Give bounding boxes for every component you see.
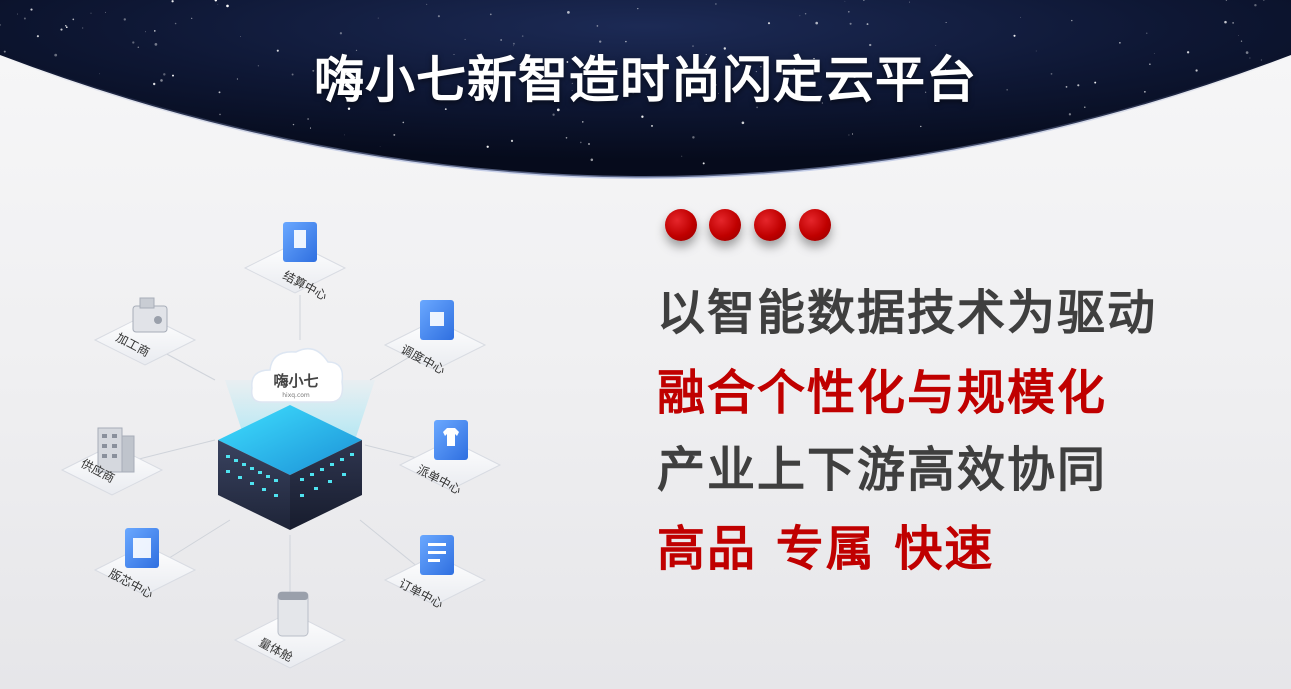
red-dot [754,209,786,241]
node-processor: 加工商 [93,297,197,366]
node-pattern-center: 版芯中心 [93,528,197,601]
slide: 嗨小七新智造时尚闪定云平台 嗨小七 hixq.com 结算中心 调度中心 派单中… [0,0,1291,689]
order-list-icon [420,535,454,575]
slogan-line-3: 产业上下游高效协同 [657,442,1108,498]
page-title: 嗨小七新智造时尚闪定云平台 [314,51,977,109]
red-dot [709,209,741,241]
sewing-machine-icon [132,305,168,333]
cloud-logo: 嗨小七 hixq.com [250,347,344,403]
node-order-assign-center: 派单中心 [398,420,502,497]
red-dot [799,209,831,241]
platform-diagram: 嗨小七 hixq.com 结算中心 调度中心 派单中心 订单中心 量体舱 版芯中… [60,222,502,669]
red-dot [665,209,697,241]
node-measure-cabin: 量体舱 [233,591,347,669]
node-order-center: 订单中心 [383,535,487,611]
node-settlement-center: 结算中心 [243,222,347,303]
node-supplier: 供应商 [60,427,164,496]
cloud-logo-subtext: hixq.com [282,392,310,399]
slogan-line-4: 高品 专属 快速 [657,521,995,577]
node-dispatch-center: 调度中心 [383,300,487,377]
slogan-line-2: 融合个性化与规模化 [657,365,1108,421]
slogan-line-1: 以智能数据技术为驱动 [657,285,1158,341]
cloud-logo-text: 嗨小七 [273,372,318,390]
